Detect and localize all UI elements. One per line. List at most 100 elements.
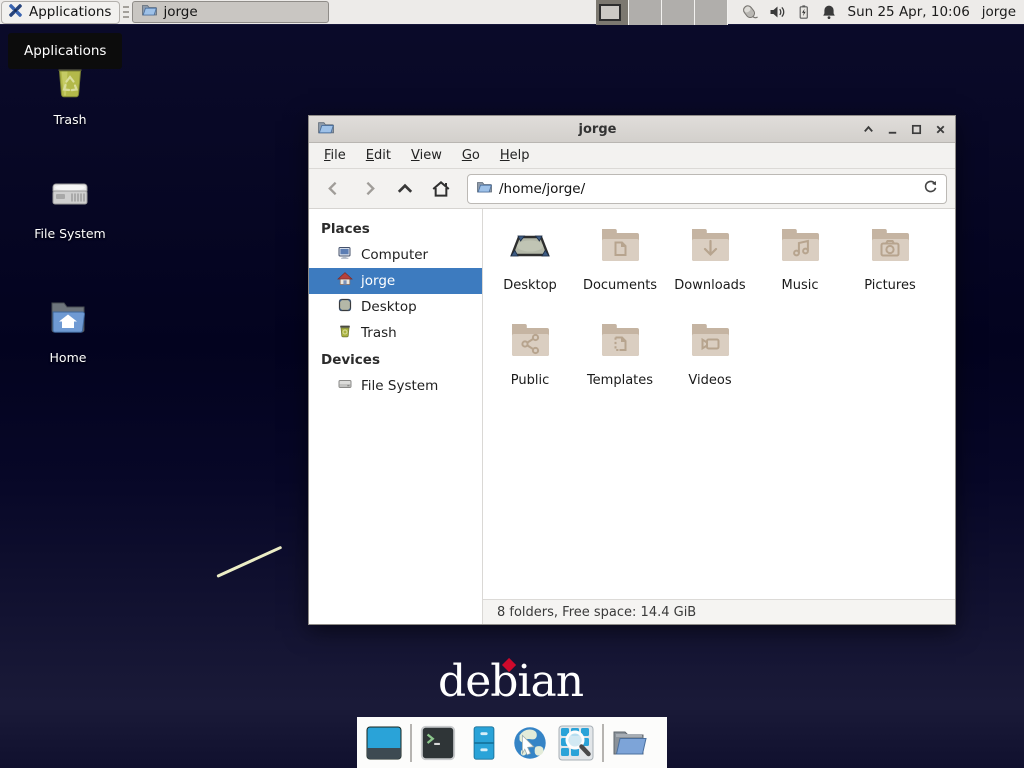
menu-view[interactable]: View <box>402 145 451 166</box>
file-cabinet-icon[interactable] <box>464 723 504 763</box>
panel-grip[interactable] <box>123 6 129 19</box>
sidebar-item-trash[interactable]: Trash <box>309 320 482 346</box>
application-finder-icon[interactable] <box>556 723 596 763</box>
web-browser-icon[interactable] <box>510 723 550 763</box>
desktop-workspace-icon <box>506 221 554 273</box>
sidebar-item-computer[interactable]: Computer <box>309 242 482 268</box>
path-text[interactable]: /home/jorge/ <box>499 181 916 197</box>
up-button[interactable] <box>389 174 421 204</box>
file-grid: Desktop Documents <box>483 209 955 599</box>
battery-icon[interactable] <box>795 3 812 21</box>
sidebar-item-label: jorge <box>361 273 395 289</box>
window-folder-icon <box>317 119 334 140</box>
folder-icon <box>141 2 157 22</box>
desktop-icon-home[interactable]: Home <box>8 294 128 365</box>
hard-drive-icon <box>337 376 353 396</box>
computer-icon <box>337 245 353 265</box>
reload-icon[interactable] <box>923 179 938 198</box>
applications-menu-label: Applications <box>29 4 111 20</box>
devices-header: Devices <box>309 346 482 373</box>
file-item-pictures[interactable]: Pictures <box>845 217 935 312</box>
maximize-button[interactable] <box>909 122 923 136</box>
videos-folder-icon <box>686 316 734 368</box>
window-body: Places Computer <box>309 209 955 624</box>
minimize-button[interactable] <box>885 122 899 136</box>
desktop-icon <box>337 297 353 317</box>
volume-icon[interactable] <box>768 3 787 21</box>
menu-edit[interactable]: Edit <box>357 145 400 166</box>
places-header: Places <box>309 215 482 242</box>
show-desktop-icon[interactable] <box>364 723 404 763</box>
home-button[interactable] <box>425 174 457 204</box>
sidebar-item-label: Trash <box>361 325 397 341</box>
file-item-label: Desktop <box>503 278 557 293</box>
file-item-label: Templates <box>587 373 653 388</box>
desktop-icon-file-system[interactable]: File System <box>10 170 130 241</box>
desktop-icon-label: File System <box>10 226 130 241</box>
mouse-tray-icon[interactable] <box>738 2 760 22</box>
sidebar-item-label: Computer <box>361 247 428 263</box>
downloads-folder-icon <box>686 221 734 273</box>
shade-window-button[interactable] <box>861 122 875 136</box>
stray-line-artifact <box>216 546 282 578</box>
workspace-4[interactable] <box>695 0 728 25</box>
hard-drive-icon <box>10 170 130 222</box>
dock-folder-icon[interactable] <box>610 723 650 763</box>
file-item-label: Pictures <box>864 278 915 293</box>
desktop-icon-label: Home <box>8 350 128 365</box>
file-item-downloads[interactable]: Downloads <box>665 217 755 312</box>
pictures-folder-icon <box>866 221 914 273</box>
panel-user-label[interactable]: jorge <box>982 4 1016 20</box>
places-sidebar: Places Computer <box>309 209 483 624</box>
trash-icon <box>337 323 353 343</box>
debian-logo: debian <box>438 656 583 707</box>
back-button[interactable] <box>317 174 349 204</box>
sidebar-item-label: File System <box>361 378 438 394</box>
file-item-music[interactable]: Music <box>755 217 845 312</box>
menu-file[interactable]: File <box>315 145 355 166</box>
menu-go[interactable]: Go <box>453 145 489 166</box>
window-titlebar[interactable]: jorge <box>309 116 955 143</box>
menu-help[interactable]: Help <box>491 145 539 166</box>
xfce-applications-icon <box>7 2 24 23</box>
file-item-label: Videos <box>688 373 731 388</box>
panel-clock[interactable]: Sun 25 Apr, 10:06 <box>848 4 970 20</box>
close-button[interactable] <box>933 122 947 136</box>
notifications-bell-icon[interactable] <box>820 3 838 21</box>
templates-folder-icon <box>596 316 644 368</box>
toolbar: /home/jorge/ <box>309 169 955 209</box>
public-folder-icon <box>506 316 554 368</box>
workspace-pager[interactable] <box>596 0 728 25</box>
home-folder-icon <box>8 294 128 346</box>
file-item-public[interactable]: Public <box>485 312 575 407</box>
file-item-documents[interactable]: Documents <box>575 217 665 312</box>
path-entry[interactable]: /home/jorge/ <box>467 174 947 204</box>
file-item-label: Music <box>782 278 819 293</box>
sidebar-item-jorge[interactable]: jorge <box>309 268 482 294</box>
file-item-label: Public <box>511 373 549 388</box>
bottom-dock <box>357 717 667 768</box>
taskbar-window-button[interactable]: jorge <box>132 1 329 23</box>
sidebar-item-desktop[interactable]: Desktop <box>309 294 482 320</box>
file-item-templates[interactable]: Templates <box>575 312 665 407</box>
sidebar-item-file-system[interactable]: File System <box>309 373 482 399</box>
file-pane: Desktop Documents <box>483 209 955 624</box>
desktop-icon-label: Trash <box>10 112 130 127</box>
music-folder-icon <box>776 221 824 273</box>
window-title: jorge <box>334 122 861 137</box>
file-item-label: Downloads <box>674 278 745 293</box>
terminal-icon[interactable] <box>418 723 458 763</box>
file-item-videos[interactable]: Videos <box>665 312 755 407</box>
applications-tooltip: Applications <box>8 33 122 69</box>
workspace-2[interactable] <box>629 0 662 25</box>
home-icon <box>337 271 353 291</box>
forward-button[interactable] <box>353 174 385 204</box>
status-bar: 8 folders, Free space: 14.4 GiB <box>483 599 955 624</box>
applications-menu-button[interactable]: Applications <box>1 1 120 24</box>
path-folder-icon <box>476 179 492 199</box>
dock-separator <box>410 724 412 762</box>
file-item-desktop[interactable]: Desktop <box>485 217 575 312</box>
workspace-3[interactable] <box>662 0 695 25</box>
workspace-1[interactable] <box>596 0 629 25</box>
sidebar-item-label: Desktop <box>361 299 417 315</box>
